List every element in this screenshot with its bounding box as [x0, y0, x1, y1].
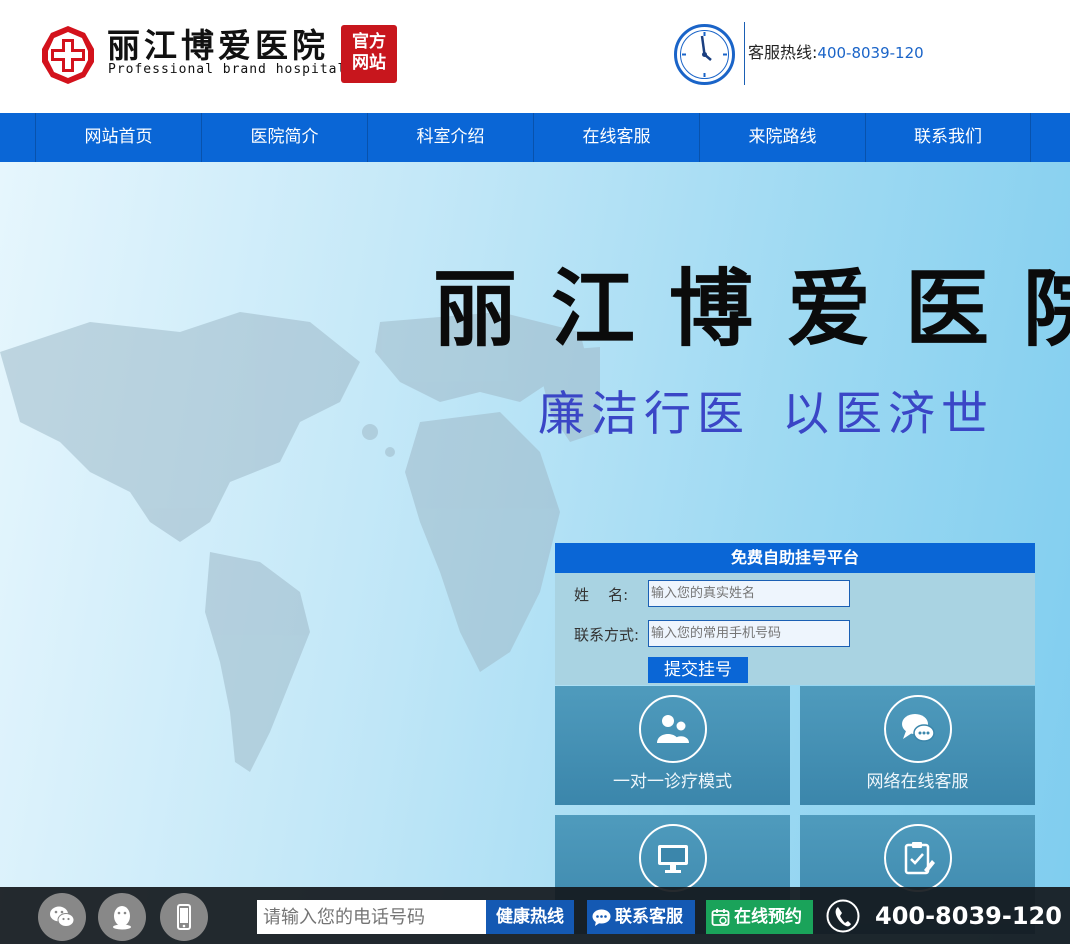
- tile-label: 网络在线客服: [866, 772, 969, 792]
- page: 丽江博爱医院 Professional brand hospital 官方 网站…: [0, 0, 1070, 944]
- online-booking-label: 在线预约: [734, 907, 802, 927]
- logo-title: 丽江博爱医院: [107, 26, 329, 65]
- world-map-decoration: [0, 312, 600, 772]
- tile-label: 一对一诊疗模式: [613, 772, 732, 792]
- calendar-icon: [711, 909, 730, 926]
- official-site-seal: 官方 网站: [341, 25, 397, 83]
- phone-label: 联系方式:: [574, 626, 640, 644]
- registration-title: 免费自助挂号平台: [555, 543, 1035, 573]
- phone-input[interactable]: [648, 620, 850, 647]
- chat-icon: [592, 909, 611, 926]
- red-cross-logo-icon: [42, 26, 94, 84]
- chat-bubbles-icon: [902, 714, 935, 742]
- hero-banner: 丽江博爱医院 廉洁行医以医济世 免费自助挂号平台 姓 名: 联系方式: 提交挂号: [0, 162, 1070, 944]
- nav-item-directions[interactable]: 来院路线: [699, 113, 865, 162]
- bottom-contact-bar: 健康热线 联系客服 在线预约 400-8039-120: [0, 887, 1070, 944]
- online-booking-button[interactable]: 在线预约: [706, 900, 813, 934]
- site-header: 丽江博爱医院 Professional brand hospital 官方 网站…: [0, 0, 1070, 113]
- contact-service-label: 联系客服: [615, 907, 683, 927]
- health-hotline-button[interactable]: 健康热线: [486, 900, 574, 934]
- slogan-left: 廉洁行医: [538, 387, 750, 442]
- main-nav: 网站首页 医院简介 科室介绍 在线客服 来院路线 联系我们: [0, 113, 1070, 162]
- nav-item-about[interactable]: 医院简介: [201, 113, 367, 162]
- hotline: 客服热线:400-8039-120: [748, 43, 924, 63]
- tile-icon-ring: [884, 695, 952, 763]
- seal-line-1: 官方: [352, 32, 386, 52]
- clipboard-check-icon: [904, 842, 935, 875]
- phone-number-input[interactable]: [257, 900, 486, 934]
- name-label: 姓 名:: [574, 586, 629, 604]
- name-row: 姓 名:: [555, 580, 1035, 607]
- name-input[interactable]: [648, 580, 850, 607]
- logo-subtitle: Professional brand hospital: [108, 62, 347, 77]
- mobile-button[interactable]: [160, 893, 208, 941]
- banner-slogan: 廉洁行医 以医济世: [538, 385, 994, 445]
- hotline-divider: [744, 22, 745, 85]
- qq-button[interactable]: [98, 893, 146, 941]
- hotline-label: 客服热线:: [748, 43, 818, 62]
- clock-icon: [674, 24, 735, 85]
- seal-line-2: 网站: [352, 53, 386, 73]
- tile-icon-ring: [884, 824, 952, 892]
- bottom-phone-number[interactable]: 400-8039-120: [875, 901, 1062, 931]
- slogan-right: 以医济世: [782, 387, 994, 442]
- nav-item-online-service[interactable]: 在线客服: [533, 113, 699, 162]
- tile-one-on-one[interactable]: 一对一诊疗模式: [555, 686, 790, 805]
- tile-icon-ring: [639, 695, 707, 763]
- tile-online-service[interactable]: 网络在线客服: [800, 686, 1035, 805]
- contact-service-button[interactable]: 联系客服: [587, 900, 695, 934]
- nav-item-contact[interactable]: 联系我们: [865, 113, 1031, 162]
- submit-registration-button[interactable]: 提交挂号: [648, 657, 748, 683]
- telephone-icon: [826, 899, 860, 933]
- qq-penguin-icon: [113, 906, 131, 930]
- banner-title: 丽江博爱医院: [433, 259, 1070, 358]
- tile-icon-ring: [639, 824, 707, 892]
- nav-item-departments[interactable]: 科室介绍: [367, 113, 533, 162]
- phone-row: 联系方式:: [555, 620, 1035, 647]
- nav-item-home[interactable]: 网站首页: [35, 113, 201, 162]
- users-icon: [657, 715, 689, 743]
- wechat-icon: [50, 906, 75, 927]
- mobile-phone-icon: [177, 904, 191, 930]
- registration-panel: 免费自助挂号平台 姓 名: 联系方式: 提交挂号: [555, 543, 1035, 685]
- hotline-number[interactable]: 400-8039-120: [817, 44, 923, 62]
- wechat-button[interactable]: [38, 893, 86, 941]
- monitor-icon: [658, 845, 688, 873]
